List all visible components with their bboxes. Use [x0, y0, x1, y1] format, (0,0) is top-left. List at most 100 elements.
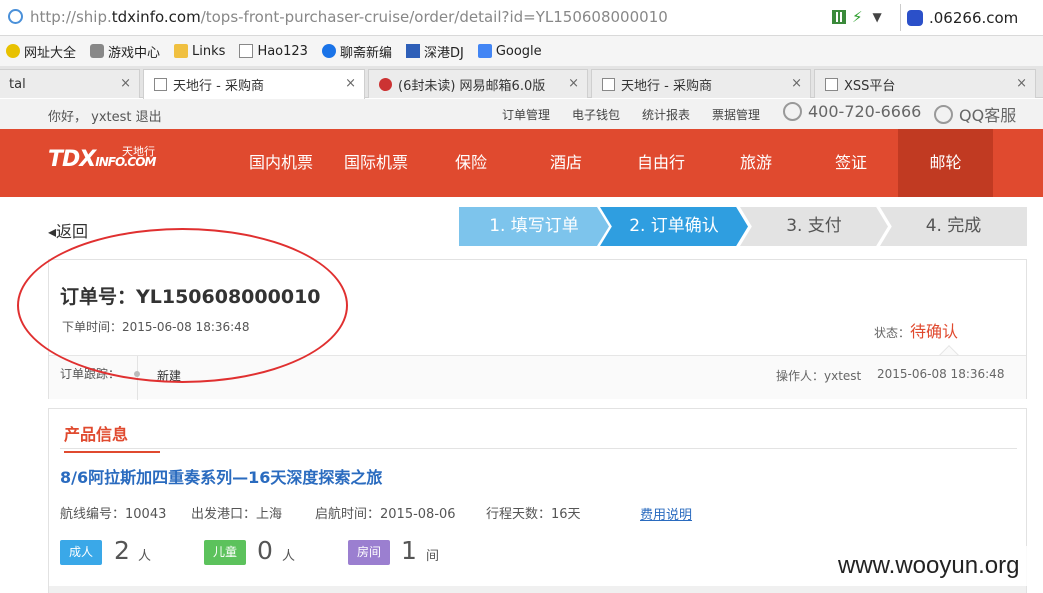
close-icon[interactable]: ×	[568, 76, 579, 91]
page-icon	[825, 77, 838, 91]
url-tools: ⚡ ▼	[832, 8, 882, 26]
qq-service[interactable]: QQ客服	[934, 102, 1016, 126]
main-nav: TDXINFO.COM 天地行 国内机票 国际机票 保险 酒店 自由行 旅游 签…	[0, 129, 1043, 197]
close-icon[interactable]: ×	[1016, 76, 1027, 91]
section-title: 产品信息	[64, 421, 160, 453]
bookmark-item[interactable]: Hao123	[239, 44, 308, 59]
bookmark-item[interactable]: 聊斋新编	[321, 42, 392, 61]
globe-icon	[8, 9, 23, 24]
nav-insurance[interactable]: 保险	[423, 129, 519, 197]
bookmark-item[interactable]: Links	[174, 44, 225, 59]
user-greeting[interactable]: 你好， yxtest 退出	[48, 106, 162, 125]
phone-icon	[783, 102, 802, 121]
adult-badge: 成人	[60, 540, 103, 565]
link-order-management[interactable]: 订单管理	[502, 106, 550, 123]
status-label: 状态：	[874, 326, 911, 340]
nav-visa[interactable]: 签证	[803, 129, 899, 197]
nav-international-flights[interactable]: 国际机票	[328, 129, 424, 197]
lightning-icon[interactable]: ⚡	[852, 8, 863, 26]
top-links: 订单管理 电子钱包 统计报表 票据管理	[502, 106, 760, 123]
tab-4[interactable]: 天地行 - 采购商 ×	[591, 69, 811, 98]
nav-cruise[interactable]: 邮轮	[898, 129, 993, 197]
trip-days: 行程天数：16天	[486, 507, 581, 522]
bookmark-item[interactable]: 网址大全	[6, 42, 76, 61]
room-unit: 间	[426, 549, 440, 564]
adult-unit: 人	[138, 549, 152, 564]
tab-label: 天地行 - 采购商	[621, 78, 712, 94]
page-icon	[602, 77, 615, 91]
site-top-bar: 你好， yxtest 退出 订单管理 电子钱包 统计报表 票据管理 400-72…	[0, 99, 1043, 129]
tab-1[interactable]: tal ×	[0, 69, 140, 98]
room-badge: 房间	[348, 540, 391, 565]
logo-text: TDX	[48, 147, 96, 172]
paw-icon	[907, 9, 923, 26]
watermark: www.wooyun.org	[830, 546, 1043, 586]
link-e-wallet[interactable]: 电子钱包	[572, 106, 620, 123]
nav-domestic-flights[interactable]: 国内机票	[233, 129, 329, 197]
fee-description-link[interactable]: 费用说明	[640, 504, 692, 523]
status-badge: 待确认	[910, 322, 959, 341]
bookmark-item[interactable]: 游戏中心	[90, 42, 160, 61]
step-complete: 4. 完成	[880, 207, 1027, 246]
nav-free-travel[interactable]: 自由行	[613, 129, 709, 197]
room-count: 1	[401, 536, 417, 565]
tab-label: tal	[9, 76, 26, 92]
qq-icon	[934, 104, 953, 124]
bookmark-label: 网址大全	[24, 45, 77, 61]
track-time: 2015-06-08 18:36:48	[877, 367, 1005, 381]
google-icon	[477, 44, 492, 58]
phone-contact: 400-720-6666	[783, 102, 921, 121]
page-icon	[154, 78, 167, 91]
url-prefix: http://ship.	[30, 8, 112, 26]
close-icon[interactable]: ×	[345, 76, 356, 91]
order-status: 状态：待确认	[874, 318, 958, 342]
tab-label: (6封未读) 网易邮箱6.0版	[398, 78, 546, 94]
child-count: 0	[257, 536, 273, 565]
bookmark-label: 深港DJ	[423, 45, 464, 61]
search-text[interactable]: .06266.com	[929, 9, 1018, 27]
bookmark-label: Hao123	[257, 43, 308, 59]
child-badge: 儿童	[204, 540, 247, 565]
step-payment: 3. 支付	[740, 207, 888, 246]
back-link[interactable]: ◂返回	[48, 218, 88, 242]
step-confirm-order: 2. 订单确认	[600, 207, 748, 246]
product-header: 产品信息	[60, 421, 1017, 453]
bookmarks-bar: 网址大全 游戏中心 Links Hao123 聊斋新编 深港DJ Google	[0, 36, 1043, 66]
track-operator: 操作人：yxtest	[776, 369, 862, 383]
url-domain: tdxinfo.com	[111, 8, 201, 26]
back-label: 返回	[56, 222, 89, 241]
chevron-down-icon[interactable]: ▼	[873, 10, 882, 24]
nav-tourism[interactable]: 旅游	[708, 129, 804, 197]
bookmark-item[interactable]: 深港DJ	[405, 42, 464, 61]
tab-strip: tal × 天地行 - 采购商 × (6封未读) 网易邮箱6.0版 × 天地行 - 采…	[0, 66, 1043, 99]
smiley-icon	[6, 44, 20, 58]
play-icon	[321, 44, 336, 58]
departure-port: 出发港口：上海	[191, 507, 283, 522]
tab-label: XSS平台	[844, 78, 896, 94]
mail-icon	[379, 77, 392, 91]
child-unit: 人	[282, 549, 296, 564]
link-statistics[interactable]: 统计报表	[642, 106, 690, 123]
tab-2[interactable]: 天地行 - 采购商 ×	[143, 69, 365, 99]
url-path: /tops-front-purchaser-cruise/order/detai…	[200, 8, 668, 26]
search-box[interactable]: .06266.com	[900, 4, 1043, 31]
table-header-strip	[49, 586, 1026, 593]
nav-hotel[interactable]: 酒店	[518, 129, 614, 197]
qr-code-icon[interactable]	[832, 10, 846, 24]
departure-time: 启航时间：2015-08-06	[315, 507, 456, 522]
tab-3[interactable]: (6封未读) 网易邮箱6.0版 ×	[368, 69, 588, 98]
logo-cn-text: 天地行	[122, 145, 155, 158]
close-icon[interactable]: ×	[120, 76, 131, 91]
bookmark-item[interactable]: Google	[477, 43, 542, 59]
link-invoice-management[interactable]: 票据管理	[712, 106, 760, 123]
close-icon[interactable]: ×	[791, 76, 802, 91]
cruise-name[interactable]: 8/6阿拉斯加四重奏系列—16天深度探索之旅	[60, 464, 382, 488]
bookmark-label: 聊斋新编	[339, 45, 392, 61]
address-bar[interactable]: http://ship.tdxinfo.com/tops-front-purch…	[0, 0, 1043, 36]
phone-number: 400-720-6666	[808, 102, 922, 121]
url-text[interactable]: http://ship.tdxinfo.com/tops-front-purch…	[30, 8, 668, 26]
tab-5[interactable]: XSS平台 ×	[814, 69, 1036, 98]
bookmark-label: Google	[495, 43, 542, 59]
adult-count: 2	[114, 536, 130, 565]
bookmark-label: Links	[192, 43, 226, 59]
